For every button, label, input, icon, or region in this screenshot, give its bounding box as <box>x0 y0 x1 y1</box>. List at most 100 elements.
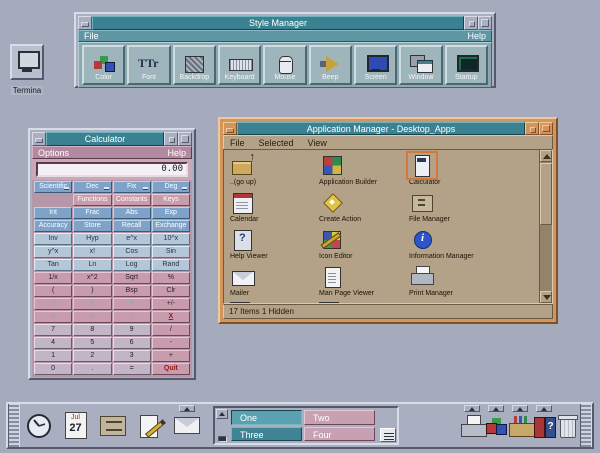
menu-options[interactable]: Options <box>38 148 69 158</box>
calc-key[interactable]: Ln <box>73 259 112 271</box>
calc-key[interactable]: Rand <box>151 259 190 271</box>
calc-key[interactable]: 7 <box>34 324 73 336</box>
mode-select-notation[interactable]: Fix <box>112 181 151 193</box>
terminal-minimized-icon[interactable]: Termina <box>6 44 48 98</box>
calc-key[interactable]: 1 <box>34 350 73 362</box>
app-item-partial[interactable] <box>230 302 316 303</box>
calc-key[interactable]: Bsp <box>112 285 151 297</box>
calc-key[interactable]: Exp <box>151 207 190 219</box>
calc-key[interactable]: Recall <box>112 220 151 232</box>
application-manager-title[interactable]: Application Manager - Desktop_Apps <box>237 122 525 135</box>
minus-key[interactable]: - <box>151 337 190 349</box>
app-item-application-builder[interactable]: Application Builder <box>319 154 405 187</box>
style-tool-font[interactable]: Font <box>127 45 171 85</box>
trash-control[interactable] <box>556 404 580 447</box>
panel-left-handle[interactable] <box>8 404 20 447</box>
style-manager-control[interactable] <box>484 404 508 447</box>
app-item-create-action[interactable]: Create Action <box>319 191 405 224</box>
multiply-key[interactable]: X <box>151 311 190 323</box>
mail-control[interactable] <box>168 404 205 447</box>
maximize-button[interactable] <box>178 132 192 146</box>
file-manager-control[interactable] <box>94 404 131 447</box>
style-tool-window[interactable]: Window <box>399 45 443 85</box>
window-menu-button[interactable] <box>223 122 237 135</box>
workspace-two-button[interactable]: Two <box>304 410 375 425</box>
calendar-control[interactable]: Jul 27 <box>57 404 94 447</box>
menu-file[interactable]: File <box>84 31 99 41</box>
menu-help[interactable]: Help <box>467 31 486 41</box>
workspace-four-button[interactable]: Four <box>304 426 375 441</box>
calc-key[interactable]: A <box>34 311 73 323</box>
app-item-file-manager[interactable]: File Manager <box>409 191 495 224</box>
calc-key[interactable]: 5 <box>73 337 112 349</box>
equals-key[interactable]: = <box>112 363 151 375</box>
calc-key[interactable]: ( <box>34 285 73 297</box>
app-item-help-viewer[interactable]: Help Viewer <box>230 228 316 261</box>
workspace-three-button[interactable]: Three <box>231 426 302 441</box>
application-manager-control[interactable] <box>508 404 535 447</box>
calc-key[interactable]: 2 <box>73 350 112 362</box>
calc-key[interactable]: Int <box>34 207 73 219</box>
calc-key[interactable]: Hyp <box>73 233 112 245</box>
calc-key[interactable]: Log <box>112 259 151 271</box>
vertical-scrollbar[interactable] <box>539 150 552 303</box>
calc-key[interactable]: x! <box>73 246 112 258</box>
calc-key[interactable]: Clr <box>151 285 190 297</box>
calc-key[interactable]: 9 <box>112 324 151 336</box>
app-item-information-manager[interactable]: Information Manager <box>409 228 495 261</box>
app-item-calculator[interactable]: Calculator <box>406 151 495 187</box>
scrollbar-thumb[interactable] <box>540 163 552 225</box>
calc-key[interactable]: 0 <box>34 363 73 375</box>
calc-key[interactable]: . <box>73 363 112 375</box>
calc-key[interactable]: Store <box>73 220 112 232</box>
app-item-icon-editor[interactable]: Icon Editor <box>319 228 405 261</box>
menu-help[interactable]: Help <box>167 148 186 158</box>
app-item-go-up[interactable]: ..(go up) <box>230 151 316 187</box>
panel-mini-icon-button[interactable] <box>380 428 396 442</box>
style-tool-startup[interactable]: Startup <box>444 45 488 85</box>
calc-key[interactable]: 3 <box>112 350 151 362</box>
calc-key[interactable]: 10^x <box>151 233 190 245</box>
minimize-button[interactable] <box>164 132 178 146</box>
switcher-subpanel-arrow[interactable] <box>216 409 228 419</box>
calc-key[interactable]: Frac <box>73 207 112 219</box>
calc-key[interactable]: Cos <box>112 246 151 258</box>
application-manager-titlebar[interactable]: Application Manager - Desktop_Apps <box>223 122 553 135</box>
style-tool-screen[interactable]: Screen <box>353 45 398 85</box>
app-item-mailer[interactable]: Mailer <box>230 265 316 298</box>
style-tool-backdrop[interactable]: Backdrop <box>172 45 216 85</box>
functions-menu-key[interactable]: Functions <box>73 194 112 206</box>
calculator-titlebar[interactable]: Calculator <box>32 132 192 146</box>
printer-control[interactable] <box>460 404 487 447</box>
calc-key[interactable]: Sqrt <box>112 272 151 284</box>
style-tool-keyboard[interactable]: Keyboard <box>217 45 262 85</box>
calc-key[interactable]: Sin <box>151 246 190 258</box>
menu-selected[interactable]: Selected <box>259 138 294 148</box>
menu-view[interactable]: View <box>308 138 327 148</box>
calculator-title[interactable]: Calculator <box>46 132 164 146</box>
mode-select-trig[interactable]: Deg <box>151 181 190 193</box>
calc-key[interactable]: F <box>112 298 151 310</box>
maximize-button[interactable] <box>478 16 492 30</box>
apps-subpanel-arrow[interactable] <box>512 405 528 412</box>
style-tool-mouse[interactable]: Mouse <box>263 45 307 85</box>
calc-key[interactable]: Abs <box>112 207 151 219</box>
plus-key[interactable]: + <box>151 350 190 362</box>
style-manager-titlebar[interactable]: Style Manager <box>78 16 492 30</box>
mode-select-scientific[interactable]: Scientific <box>34 181 73 193</box>
maximize-button[interactable] <box>539 122 553 135</box>
keys-menu-key[interactable]: Keys <box>151 194 190 206</box>
app-item-calendar[interactable]: Calendar <box>230 191 316 224</box>
calc-key[interactable]: E <box>73 298 112 310</box>
calc-key[interactable]: e^x <box>112 233 151 245</box>
mail-subpanel-arrow[interactable] <box>178 405 195 412</box>
quit-key[interactable]: Quit <box>151 363 190 375</box>
scroll-down-arrow[interactable] <box>540 291 552 303</box>
app-item-partial[interactable] <box>319 302 405 303</box>
style-tool-color[interactable]: Color <box>82 45 126 85</box>
minimize-button[interactable] <box>464 16 478 30</box>
app-item-man-page-viewer[interactable]: Man Page Viewer <box>319 265 405 298</box>
panel-right-handle[interactable] <box>580 404 592 447</box>
calc-key[interactable]: 6 <box>112 337 151 349</box>
terminal-icon[interactable] <box>10 44 44 80</box>
